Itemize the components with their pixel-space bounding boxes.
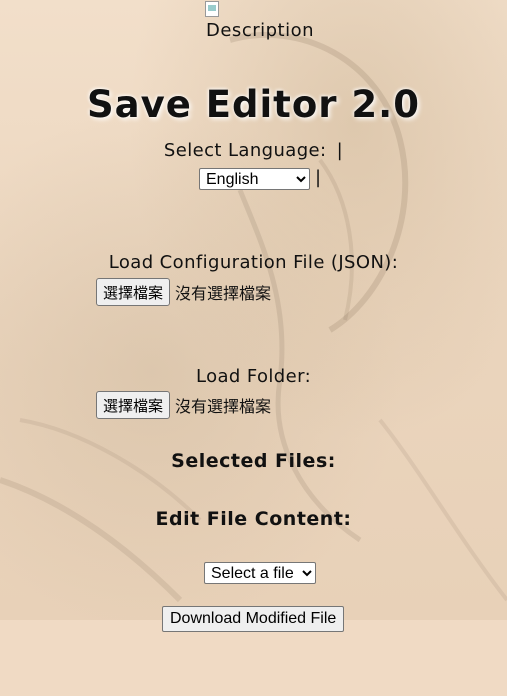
language-select-row: English | xyxy=(199,167,321,190)
file-select-row: Select a file xyxy=(204,562,316,584)
folder-choose-button[interactable]: 選擇檔案 xyxy=(96,391,171,419)
config-file-status: 沒有選擇檔案 xyxy=(175,284,272,303)
language-separator: | xyxy=(336,140,344,161)
folder-input[interactable]: 選擇檔案 沒有選擇檔案 xyxy=(96,391,271,419)
file-select[interactable]: Select a file xyxy=(204,562,316,584)
folder-status: 沒有選擇檔案 xyxy=(175,397,272,416)
config-file-label: Load Configuration File (JSON): xyxy=(108,252,399,273)
language-label: Select Language: xyxy=(163,140,327,161)
download-modified-file-button[interactable]: Download Modified File xyxy=(162,606,345,632)
edit-file-heading: Edit File Content: xyxy=(155,508,352,530)
header-image-alt: Description xyxy=(206,20,315,41)
config-choose-file-button[interactable]: 選擇檔案 xyxy=(96,278,171,306)
config-file-input[interactable]: 選擇檔案 沒有選擇檔案 xyxy=(96,278,271,306)
header-image: Description xyxy=(205,1,325,41)
language-select[interactable]: English xyxy=(199,168,310,190)
selected-files-heading: Selected Files: xyxy=(171,450,336,472)
broken-image-icon xyxy=(205,1,219,17)
language-label-row: Select Language: | xyxy=(0,140,507,161)
folder-label: Load Folder: xyxy=(195,366,312,387)
language-trailing-separator: | xyxy=(315,167,322,188)
page-title: Save Editor 2.0 xyxy=(87,83,420,126)
